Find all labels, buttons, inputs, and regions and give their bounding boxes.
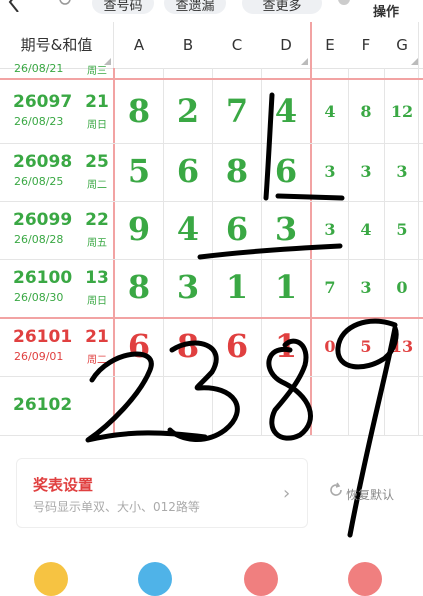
attribute-cell: 3 <box>324 220 336 239</box>
partial-row-date: 26/08/21 <box>14 62 64 75</box>
period-date: 26/08/23 <box>14 114 64 128</box>
attribute-cell: 3 <box>360 162 372 181</box>
weekday: 周日 <box>87 296 107 307</box>
number-cell: 4 <box>176 210 200 248</box>
row-divider <box>0 259 423 260</box>
number-cell: 1 <box>225 268 249 306</box>
attribute-cell: 0 <box>324 337 336 356</box>
search-icon <box>59 0 71 5</box>
attribute-cell: 7 <box>324 278 336 297</box>
number-cell: 5 <box>127 152 151 190</box>
period-date: 26/08/25 <box>14 175 64 188</box>
row-divider <box>0 376 423 377</box>
bottom-nav-icon-1[interactable] <box>34 562 68 596</box>
column-header-d[interactable]: D <box>262 22 310 68</box>
settings-card-title: 奖表设置 <box>33 476 94 494</box>
back-arrow-icon[interactable] <box>2 0 24 12</box>
search-tab-more[interactable]: 查更多 <box>242 0 322 14</box>
period-date: 26/08/30 <box>14 291 64 304</box>
sum-value: 25 <box>85 152 109 172</box>
attribute-cell: 5 <box>396 220 408 239</box>
period-number: 26099 <box>13 210 73 230</box>
column-header-e: E <box>325 36 335 54</box>
number-cell: 2 <box>176 91 200 130</box>
sum-value: 21 <box>85 91 109 112</box>
period-date: 26/08/28 <box>14 233 64 246</box>
column-header-d-label: D <box>280 36 292 54</box>
weekday: 周二 <box>87 355 107 366</box>
refresh-icon[interactable] <box>328 482 344 498</box>
sum-value: 13 <box>85 268 109 288</box>
grid-line <box>348 68 349 436</box>
attribute-cell: 3 <box>396 162 408 181</box>
column-header-c: C <box>231 36 243 54</box>
bottom-nav-icon-2[interactable] <box>138 562 172 596</box>
number-cell: 4 <box>274 91 298 130</box>
number-cell: 6 <box>127 327 151 365</box>
number-cell: 6 <box>274 152 298 190</box>
weekday: 周二 <box>87 180 107 191</box>
column-header-f: F <box>361 36 371 54</box>
sum-value: 22 <box>85 210 109 230</box>
number-cell: 8 <box>225 152 249 190</box>
weekday: 周日 <box>87 119 107 131</box>
number-cell: 8 <box>127 268 151 306</box>
attribute-cell: 4 <box>360 220 372 239</box>
period-number: 26102 <box>13 394 73 415</box>
sum-value: 21 <box>85 327 109 347</box>
bottom-nav-icon-4[interactable] <box>348 562 382 596</box>
number-cell: 3 <box>274 210 298 248</box>
column-header-b: B <box>182 36 194 54</box>
period-number: 26098 <box>13 152 73 172</box>
number-cell: 8 <box>176 327 200 365</box>
attribute-cell: 3 <box>360 278 372 297</box>
period-number: 26101 <box>13 327 73 347</box>
sort-corner-icon <box>301 58 308 65</box>
attribute-cell: 4 <box>324 101 336 121</box>
attribute-cell: 0 <box>396 278 408 297</box>
row-divider-red <box>0 78 423 80</box>
settings-card-subtitle: 号码显示单双、大小、012路等 <box>33 500 200 514</box>
grid-line <box>384 68 385 436</box>
period-sum-header-label: 期号&和值 <box>20 36 93 54</box>
settings-card[interactable]: 奖表设置 号码显示单双、大小、012路等 › <box>16 458 308 528</box>
number-cell: 9 <box>127 210 151 248</box>
number-cell: 1 <box>274 327 298 365</box>
column-header-a: A <box>133 36 145 54</box>
column-header-g-label: G <box>396 36 408 54</box>
number-cell: 7 <box>225 91 249 130</box>
column-header-g[interactable]: G <box>384 22 420 68</box>
bottom-nav-icon-3[interactable] <box>244 562 278 596</box>
restore-default-button[interactable]: 恢复默认 <box>346 486 394 503</box>
partial-row-day: 周三 <box>87 66 107 77</box>
number-cell: 1 <box>274 268 298 306</box>
attribute-cell: 13 <box>390 337 414 356</box>
attribute-cell: 12 <box>390 101 414 121</box>
number-cell: 6 <box>176 152 200 190</box>
number-cell: 6 <box>225 210 249 248</box>
close-icon[interactable] <box>338 0 350 8</box>
search-tab-missing[interactable]: 查遗漏 <box>164 0 226 14</box>
number-cell: 6 <box>225 327 249 365</box>
period-number: 26100 <box>13 268 73 288</box>
row-divider-red <box>0 317 423 319</box>
search-tab-number[interactable]: 查号码 <box>92 0 154 14</box>
attribute-cell: 3 <box>324 162 336 181</box>
chevron-right-icon: › <box>283 483 291 504</box>
row-divider <box>0 201 423 202</box>
attribute-cell: 5 <box>360 337 372 356</box>
number-cell: 8 <box>127 91 151 130</box>
row-divider <box>0 435 423 436</box>
action-button[interactable]: 操作 <box>373 1 399 20</box>
period-date: 26/09/01 <box>14 350 64 363</box>
period-number: 26097 <box>13 91 73 112</box>
row-divider <box>0 143 423 144</box>
number-cell: 3 <box>176 268 200 306</box>
sort-corner-icon <box>411 58 418 65</box>
weekday: 周五 <box>87 238 107 249</box>
attribute-cell: 8 <box>360 101 372 121</box>
